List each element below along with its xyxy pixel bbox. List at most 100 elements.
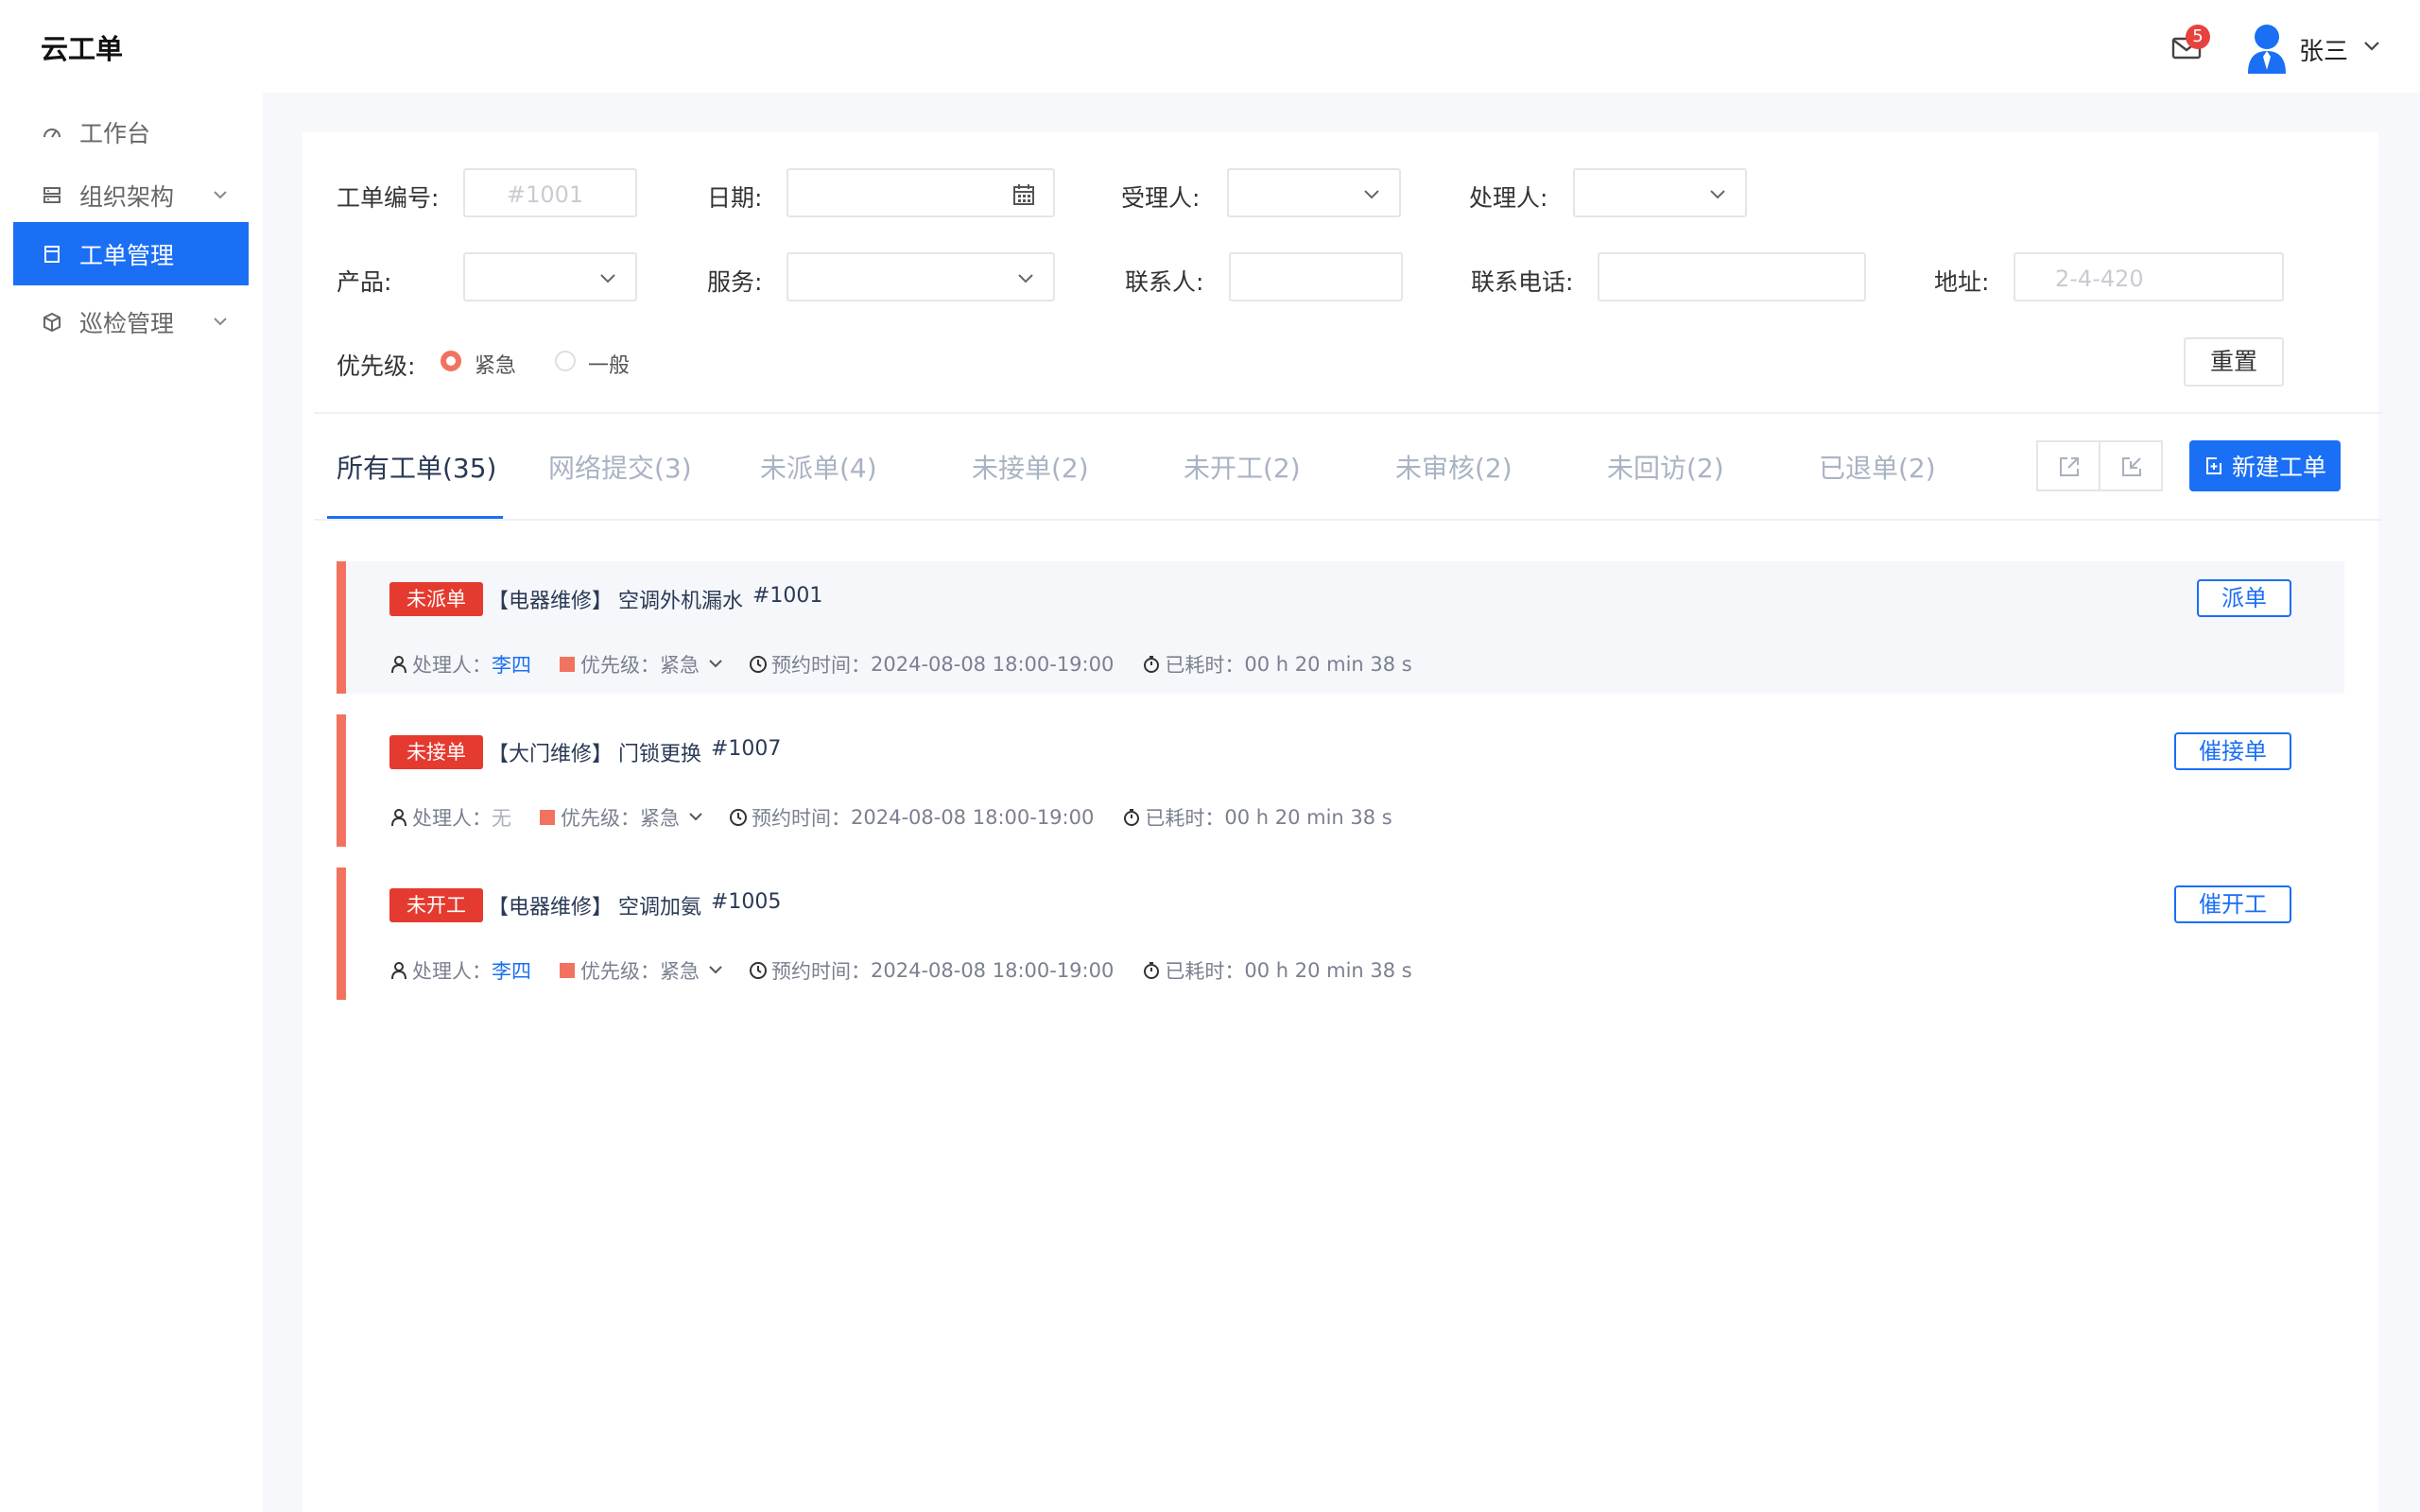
contact-input[interactable] bbox=[1229, 252, 1403, 301]
elapsed-time: 00 h 20 min 38 s bbox=[1224, 806, 1392, 829]
chevron-down-icon[interactable] bbox=[2363, 40, 2380, 53]
product-select[interactable] bbox=[463, 252, 637, 301]
clock-icon bbox=[750, 656, 767, 673]
service-label: 服务: bbox=[707, 268, 763, 296]
import-button[interactable] bbox=[2099, 440, 2163, 491]
order-meta: 处理人： 李四 优先级： 紧急 预约时间： 2024-08-08 18:00-1… bbox=[389, 650, 1412, 679]
user-icon bbox=[391, 656, 406, 674]
order-no-placeholder: #1001 bbox=[507, 181, 584, 208]
username[interactable]: 张三 bbox=[2299, 32, 2348, 67]
priority-square-icon bbox=[540, 810, 555, 825]
status-badge: 未派单 bbox=[389, 582, 483, 616]
cube-icon bbox=[43, 312, 60, 332]
handler-link[interactable]: 李四 bbox=[492, 650, 531, 679]
priority-normal-radio[interactable] bbox=[555, 351, 576, 371]
order-category: 【电器维修】 bbox=[488, 590, 614, 613]
priority-bar bbox=[337, 868, 346, 1000]
add-document-icon bbox=[2205, 457, 2221, 474]
order-item[interactable]: 未派单 【电器维修】 空调外机漏水 #1001 处理人： 李四 优先级： 紧急 … bbox=[337, 561, 2344, 694]
order-title: 空调加氨 bbox=[618, 896, 702, 919]
elapsed-time: 00 h 20 min 38 s bbox=[1244, 653, 1412, 676]
chevron-down-icon bbox=[214, 191, 227, 199]
calendar-icon bbox=[1013, 184, 1034, 205]
dispatch-button[interactable]: 派单 bbox=[2197, 579, 2291, 617]
status-badge: 未开工 bbox=[389, 888, 483, 922]
priority-value[interactable]: 紧急 bbox=[640, 803, 680, 832]
handler-select[interactable] bbox=[1573, 168, 1747, 217]
phone-input[interactable] bbox=[1598, 252, 1866, 301]
tab-undispatched[interactable]: 未派单(4) bbox=[760, 448, 877, 486]
tab-unaccepted[interactable]: 未接单(2) bbox=[972, 448, 1089, 486]
appointment-label: 预约时间： bbox=[752, 807, 851, 830]
assignee-label: 受理人: bbox=[1121, 184, 1201, 212]
user-icon bbox=[391, 809, 406, 827]
chevron-down-icon[interactable] bbox=[707, 659, 724, 670]
new-order-label: 新建工单 bbox=[2231, 454, 2326, 481]
appointment-label: 预约时间： bbox=[771, 654, 871, 677]
order-meta: 处理人： 李四 优先级： 紧急 预约时间： 2024-08-08 18:00-1… bbox=[389, 956, 1412, 985]
tab-online[interactable]: 网络提交(3) bbox=[548, 448, 692, 486]
date-label: 日期: bbox=[707, 184, 763, 212]
priority-value[interactable]: 紧急 bbox=[660, 650, 700, 679]
priority-value[interactable]: 紧急 bbox=[660, 956, 700, 985]
tab-returned[interactable]: 已退单(2) bbox=[1819, 448, 1936, 486]
app-logo: 云工单 bbox=[41, 33, 124, 65]
chevron-down-icon bbox=[1710, 190, 1725, 199]
priority-square-icon bbox=[560, 657, 575, 672]
order-meta: 处理人： 无 优先级： 紧急 预约时间： 2024-08-08 18:00-19… bbox=[389, 803, 1392, 832]
order-no-input[interactable]: #1001 bbox=[463, 168, 637, 217]
tab-unreviewed[interactable]: 未审核(2) bbox=[1395, 448, 1512, 486]
order-title: 空调外机漏水 bbox=[618, 590, 744, 613]
avatar[interactable] bbox=[2246, 23, 2288, 74]
notification-badge: 5 bbox=[2186, 25, 2210, 49]
sidebar: 工作台 组织架构 工单管理 巡检管理 bbox=[0, 93, 263, 1512]
chevron-down-icon[interactable] bbox=[707, 965, 724, 976]
elapsed-time: 00 h 20 min 38 s bbox=[1244, 959, 1412, 982]
order-number: #1005 bbox=[711, 890, 782, 914]
sidebar-item-dashboard[interactable]: 工作台 bbox=[13, 100, 249, 163]
clock-icon bbox=[730, 809, 747, 826]
sidebar-item-org[interactable]: 组织架构 bbox=[13, 163, 249, 227]
tab-all[interactable]: 所有工单(35) bbox=[337, 448, 496, 486]
chevron-down-icon bbox=[214, 318, 227, 326]
priority-label: 优先级： bbox=[561, 807, 640, 830]
priority-urgent-radio[interactable] bbox=[441, 351, 461, 371]
address-input[interactable]: 2-4-420 bbox=[2014, 252, 2284, 301]
handler-label: 处理人: bbox=[1469, 184, 1548, 212]
chevron-down-icon[interactable] bbox=[687, 812, 704, 823]
tab-unstarted[interactable]: 未开工(2) bbox=[1184, 448, 1301, 486]
handler-label: 处理人： bbox=[412, 807, 492, 830]
elapsed-label: 已耗时： bbox=[1165, 960, 1245, 983]
order-number: #1007 bbox=[711, 737, 782, 761]
handler-link[interactable]: 李四 bbox=[492, 956, 531, 985]
elapsed-label: 已耗时： bbox=[1165, 654, 1245, 677]
appointment-time: 2024-08-08 18:00-19:00 bbox=[871, 653, 1115, 676]
export-button[interactable] bbox=[2036, 440, 2100, 491]
stopwatch-icon bbox=[1144, 656, 1160, 673]
service-select[interactable] bbox=[786, 252, 1055, 301]
order-title: 门锁更换 bbox=[618, 743, 702, 766]
phone-label: 联系电话: bbox=[1471, 268, 1574, 296]
appointment-time: 2024-08-08 18:00-19:00 bbox=[851, 806, 1095, 829]
user-icon bbox=[391, 962, 406, 980]
sidebar-item-tickets[interactable]: 工单管理 bbox=[13, 222, 249, 285]
order-item[interactable]: 未开工 【电器维修】 空调加氨 #1005 处理人： 李四 优先级： 紧急 预约… bbox=[337, 868, 2344, 1000]
tab-unvisited[interactable]: 未回访(2) bbox=[1607, 448, 1724, 486]
date-picker[interactable] bbox=[786, 168, 1055, 217]
priority-bar bbox=[337, 561, 346, 694]
reset-button[interactable]: 重置 bbox=[2184, 337, 2284, 387]
urge-accept-button[interactable]: 催接单 bbox=[2174, 732, 2291, 770]
urge-start-button[interactable]: 催开工 bbox=[2174, 885, 2291, 923]
assignee-select[interactable] bbox=[1227, 168, 1401, 217]
new-order-button[interactable]: 新建工单 bbox=[2189, 440, 2341, 491]
divider bbox=[314, 412, 2382, 414]
priority-label: 优先级: bbox=[337, 352, 416, 380]
sidebar-item-label: 工单管理 bbox=[79, 241, 175, 269]
order-item[interactable]: 未接单 【大门维修】 门锁更换 #1007 处理人： 无 优先级： 紧急 预约时… bbox=[337, 714, 2344, 847]
export-icon bbox=[2060, 457, 2079, 476]
chevron-down-icon bbox=[1364, 190, 1379, 199]
sidebar-item-label: 巡检管理 bbox=[79, 309, 175, 337]
sidebar-item-inspection[interactable]: 巡检管理 bbox=[13, 290, 249, 353]
priority-normal-label: 一般 bbox=[588, 354, 631, 378]
chevron-down-icon bbox=[1018, 274, 1033, 284]
